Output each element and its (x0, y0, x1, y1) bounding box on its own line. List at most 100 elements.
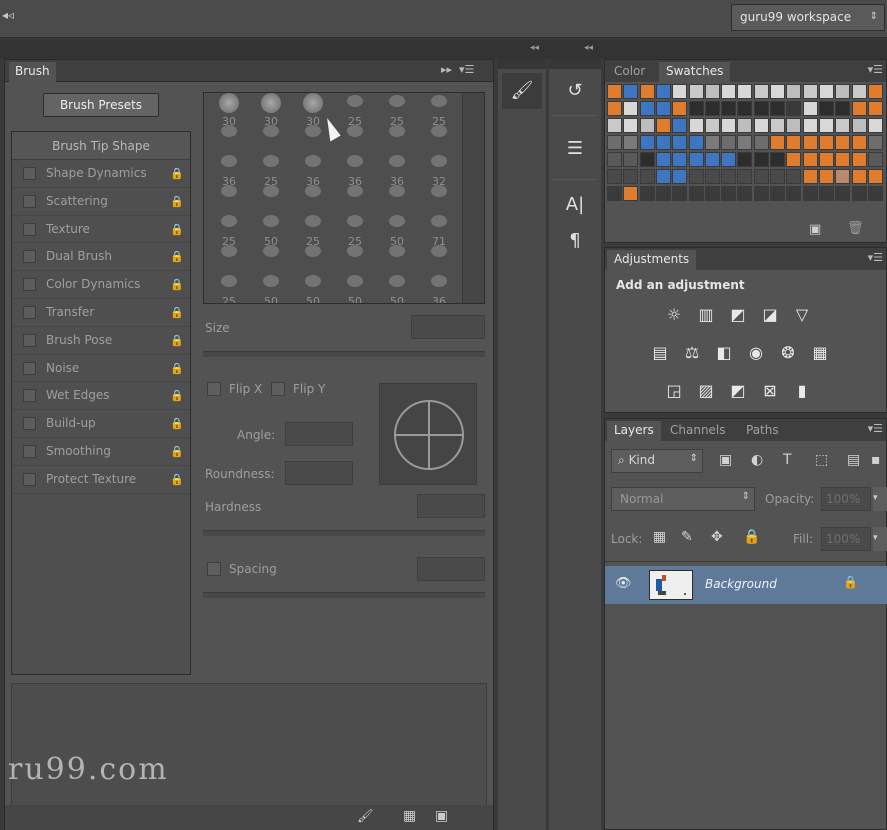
smart-object-filter-icon[interactable]: ▤ (847, 452, 860, 468)
brush-presets-button[interactable]: Brush Presets (43, 93, 159, 117)
lock-all-icon[interactable]: 🔒 (743, 529, 760, 545)
color-swatch[interactable] (623, 186, 639, 201)
panel-menu-icon[interactable]: ▾☰ (868, 63, 883, 76)
lock-position-icon[interactable]: ✥ (711, 529, 723, 545)
lock-icon[interactable]: 🔒 (170, 466, 184, 494)
brush-option-checkbox[interactable] (23, 250, 36, 264)
tab-layers[interactable]: Layers (607, 421, 661, 441)
size-input[interactable] (411, 315, 485, 339)
color-swatch[interactable] (672, 118, 688, 133)
curves-icon[interactable]: ◩ (727, 304, 749, 326)
color-swatch[interactable] (607, 135, 622, 150)
color-swatch[interactable] (639, 169, 655, 184)
brush-tip-cell[interactable]: 25 (208, 271, 250, 303)
color-swatch[interactable] (655, 152, 671, 167)
color-swatch[interactable] (623, 169, 639, 184)
brush-tip-shape-item[interactable]: Brush Tip Shape (12, 132, 190, 160)
color-swatch[interactable] (704, 169, 720, 184)
brush-option-checkbox[interactable] (23, 361, 36, 375)
color-swatch[interactable] (688, 186, 704, 201)
fill-input[interactable]: 100% (821, 527, 871, 551)
color-swatch[interactable] (688, 135, 704, 150)
color-swatch[interactable] (672, 186, 688, 201)
color-swatch[interactable] (688, 118, 704, 133)
app-menu-icon[interactable]: ◂◃ (2, 8, 14, 22)
brush-option-brush-pose[interactable]: Brush Pose 🔒 (12, 327, 190, 355)
lock-icon[interactable]: 🔒 (170, 188, 184, 216)
lock-icon[interactable]: 🔒 (170, 438, 184, 466)
color-swatch[interactable] (721, 101, 737, 116)
color-swatch[interactable] (704, 118, 720, 133)
pixel-layer-filter-icon[interactable]: ▣ (719, 452, 732, 468)
exposure-icon[interactable]: ◪ (759, 304, 781, 326)
properties-icon[interactable]: ☰ (555, 131, 595, 167)
threshold-icon[interactable]: ◩ (727, 380, 749, 402)
color-swatch[interactable] (753, 135, 769, 150)
color-swatch[interactable] (737, 186, 753, 201)
color-swatch[interactable] (835, 186, 851, 201)
color-swatch[interactable] (835, 169, 851, 184)
color-swatch[interactable] (835, 118, 851, 133)
trash-icon[interactable]: 🗑 (847, 221, 864, 236)
photo-filter-icon[interactable]: ◉ (745, 342, 767, 364)
brush-option-shape-dynamics[interactable]: Shape Dynamics 🔒 (12, 160, 190, 188)
color-swatch[interactable] (770, 101, 785, 116)
character-icon[interactable]: A| (555, 187, 595, 223)
brush-option-noise[interactable]: Noise 🔒 (12, 355, 190, 383)
color-swatch[interactable] (704, 186, 720, 201)
posterize-icon[interactable]: ▨ (695, 380, 717, 402)
brush-tip-cell[interactable]: 50 (292, 271, 334, 303)
lock-icon[interactable]: 🔒 (170, 299, 184, 327)
tab-color[interactable]: Color (607, 62, 652, 82)
color-swatch[interactable] (704, 152, 720, 167)
color-swatch[interactable] (639, 101, 655, 116)
color-swatch[interactable] (639, 186, 655, 201)
color-swatch[interactable] (607, 84, 622, 99)
fill-dropdown[interactable]: ▾ (873, 527, 887, 551)
layer-name[interactable]: Background (705, 577, 777, 591)
brush-option-checkbox[interactable] (23, 417, 36, 431)
color-swatch[interactable] (867, 84, 883, 99)
create-new-brush-icon[interactable]: ▣ (435, 808, 448, 824)
layer-row-background[interactable]: 👁 Background 🔒 (605, 566, 887, 604)
opacity-dropdown[interactable]: ▾ (873, 487, 887, 511)
color-swatch[interactable] (851, 101, 867, 116)
layer-filter-select[interactable]: ⌕ Kind ⇕ (611, 449, 703, 473)
color-swatch[interactable] (753, 169, 769, 184)
color-swatch[interactable] (835, 101, 851, 116)
shape-layer-filter-icon[interactable]: ⬚ (815, 452, 828, 468)
lock-icon[interactable]: 🔒 (170, 271, 184, 299)
tab-adjustments[interactable]: Adjustments (607, 250, 697, 270)
color-swatch[interactable] (623, 152, 639, 167)
color-swatch[interactable] (639, 118, 655, 133)
color-swatch[interactable] (737, 169, 753, 184)
color-swatch[interactable] (867, 101, 883, 116)
lock-icon[interactable]: 🔒 (170, 327, 184, 355)
color-swatch[interactable] (786, 152, 802, 167)
color-swatch[interactable] (786, 118, 802, 133)
brush-tip-cell[interactable]: 50 (376, 271, 418, 303)
filter-toggle-icon[interactable]: ▪ (871, 452, 881, 468)
color-swatch[interactable] (753, 152, 769, 167)
color-swatch[interactable] (867, 152, 883, 167)
brush-option-dual-brush[interactable]: Dual Brush 🔒 (12, 243, 190, 272)
color-swatch[interactable] (623, 84, 639, 99)
collapse-arrows-icon[interactable]: ◂◂ (530, 43, 539, 53)
color-swatch[interactable] (818, 118, 834, 133)
color-swatch[interactable] (835, 135, 851, 150)
color-swatch[interactable] (721, 84, 737, 99)
color-swatch[interactable] (607, 118, 622, 133)
black-white-icon[interactable]: ◧ (713, 342, 735, 364)
vibrance-icon[interactable]: ▽ (791, 304, 813, 326)
history-icon[interactable]: ↺ (555, 73, 595, 109)
brush-option-checkbox[interactable] (23, 389, 36, 403)
lock-icon[interactable]: 🔒 (170, 160, 184, 188)
paragraph-icon[interactable]: ¶ (555, 223, 595, 259)
brush-option-checkbox[interactable] (23, 278, 36, 292)
color-swatch[interactable] (802, 101, 818, 116)
brush-option-scattering[interactable]: Scattering 🔒 (12, 188, 190, 216)
brush-option-protect-texture[interactable]: Protect Texture 🔒 (12, 466, 190, 494)
lock-transparent-icon[interactable]: ▦ (653, 529, 666, 545)
color-swatch[interactable] (753, 84, 769, 99)
angle-input[interactable] (285, 422, 353, 446)
